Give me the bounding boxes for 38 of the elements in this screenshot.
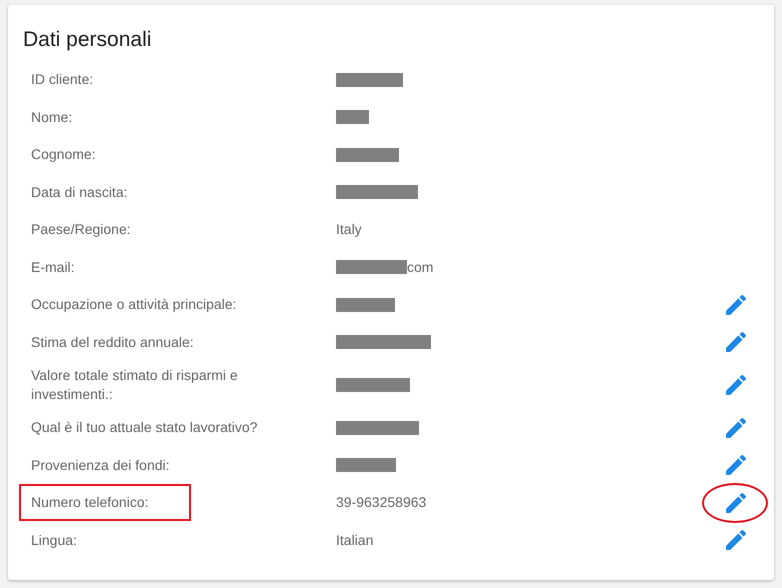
edit-button[interactable] xyxy=(725,529,747,552)
field-label: Nome: xyxy=(31,108,72,127)
field-label: ID cliente: xyxy=(31,70,94,90)
field-value: Italy xyxy=(336,220,362,240)
field-label: Lingua: xyxy=(31,530,77,550)
pencil-icon xyxy=(726,530,746,550)
edit-button[interactable] xyxy=(725,331,747,354)
field-label: Occupazione o attività principale: xyxy=(31,295,236,314)
field-label: Paese/Regione: xyxy=(31,220,131,240)
redaction-bar xyxy=(336,458,396,472)
pencil-icon xyxy=(726,332,746,352)
field-label: Stima del reddito annuale: xyxy=(31,332,194,352)
pencil-icon xyxy=(726,294,746,315)
card-title: Dati personali xyxy=(23,27,152,52)
field-label: Provenienza dei fondi: xyxy=(31,456,170,475)
field-value: com xyxy=(407,258,434,277)
edit-button[interactable] xyxy=(725,492,747,514)
redaction-bar xyxy=(336,72,403,87)
field-label: Cognome: xyxy=(31,145,96,164)
field-label: Numero telefonico: xyxy=(31,493,149,512)
field-label: Data di nascita: xyxy=(31,182,128,202)
field-label: Qual è il tuo attuale stato lavorativo? xyxy=(31,418,258,438)
edit-button[interactable] xyxy=(725,454,747,476)
field-label: E-mail: xyxy=(31,258,75,277)
pencil-icon xyxy=(726,418,746,438)
field-value: 39-963258963 xyxy=(336,493,426,512)
field-label: Valore totale stimato di risparmi e investimenti.: xyxy=(31,366,239,404)
pencil-icon xyxy=(726,375,746,396)
redaction-bar xyxy=(336,148,399,162)
redaction-bar xyxy=(336,110,369,124)
edit-button[interactable] xyxy=(725,294,747,316)
redaction-bar xyxy=(336,298,395,312)
edit-button[interactable] xyxy=(725,374,747,396)
pencil-icon xyxy=(726,492,746,513)
pencil-icon xyxy=(726,455,746,476)
field-value: Italian xyxy=(336,530,374,550)
edit-button[interactable] xyxy=(725,416,747,439)
redaction-bar xyxy=(336,260,407,274)
